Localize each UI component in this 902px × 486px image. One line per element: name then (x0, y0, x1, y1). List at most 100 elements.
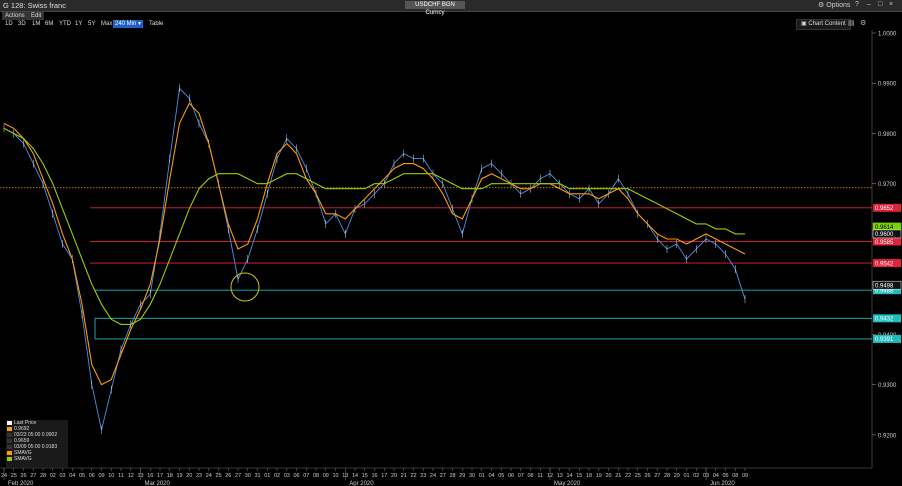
x-tick-label: 04 (69, 473, 75, 479)
y-tick-label: 0.9900 (878, 82, 897, 88)
x-tick-label: 08 (527, 473, 533, 479)
x-tick-label: 29 (674, 473, 680, 479)
x-tick-label: 22 (410, 473, 416, 479)
x-tick-label: 30 (245, 473, 251, 479)
x-tick-label: 15 (362, 473, 368, 479)
month-label: May 2020 (554, 481, 581, 486)
legend-swatch (7, 457, 12, 461)
y-tick-label: 0.9700 (878, 182, 897, 188)
legend-swatch (7, 439, 12, 443)
x-tick-label: 27 (440, 473, 446, 479)
x-tick-label: 01 (683, 473, 689, 479)
x-tick-label: 02 (693, 473, 699, 479)
x-tick-label: 06 (508, 473, 514, 479)
x-tick-label: 27 (654, 473, 660, 479)
x-tick-label: 09 (742, 473, 748, 479)
legend-item-smavg-green: SMAVG (6, 456, 68, 462)
x-tick-label: 07 (518, 473, 524, 479)
x-tick-label: 13 (557, 473, 563, 479)
x-tick-label: 31 (254, 473, 260, 479)
x-tick-label: 20 (605, 473, 611, 479)
y-tick-label: 0.9200 (878, 433, 897, 439)
x-tick-label: 14 (352, 473, 358, 479)
x-tick-label: 26 (20, 473, 26, 479)
level-tag-label: 0.9432 (875, 317, 894, 323)
x-tick-label: 17 (381, 473, 387, 479)
x-tick-label: 19 (176, 473, 182, 479)
x-tick-label: 24 (430, 473, 436, 479)
x-tick-label: 12 (128, 473, 134, 479)
level-tag-label: 0.9585 (875, 240, 894, 246)
x-tick-label: 25 (635, 473, 641, 479)
x-tick-label: 03 (284, 473, 290, 479)
y-tick-label: 1.0000 (878, 32, 897, 38)
x-tick-label: 16 (147, 473, 153, 479)
x-tick-label: 30 (469, 473, 475, 479)
x-tick-label: 20 (391, 473, 397, 479)
y-tick-label: 0.9300 (878, 383, 897, 389)
x-tick-label: 27 (30, 473, 36, 479)
x-tick-label: 24 (206, 473, 212, 479)
x-tick-label: 07 (303, 473, 309, 479)
x-tick-label: 28 (664, 473, 670, 479)
x-tick-label: 21 (401, 473, 407, 479)
legend-swatch (7, 451, 12, 455)
x-tick-label: 01 (264, 473, 270, 479)
legend-label: SMAVG (14, 456, 32, 462)
x-tick-label: 05 (79, 473, 85, 479)
x-tick-label: 03 (59, 473, 65, 479)
x-tick-label: 17 (157, 473, 163, 479)
level-tag-label: 0.9542 (875, 261, 894, 267)
month-label: Jun 2020 (710, 481, 735, 486)
y-tick-label: 0.9800 (878, 132, 897, 138)
x-tick-label: 26 (225, 473, 231, 479)
chart-legend: Last Price 0.9692 03/23 05:00 0.9902 0.9… (6, 420, 68, 468)
x-tick-label: 19 (596, 473, 602, 479)
legend-swatch (7, 421, 12, 425)
x-tick-label: 06 (89, 473, 95, 479)
x-tick-label: 14 (566, 473, 572, 479)
x-tick-label: 08 (732, 473, 738, 479)
x-tick-label: 08 (313, 473, 319, 479)
legend-swatch (7, 427, 12, 431)
level-tag-label: 0.9391 (875, 337, 894, 343)
x-tick-label: 09 (323, 473, 329, 479)
month-label: Apr 2020 (349, 481, 374, 486)
x-tick-label: 06 (293, 473, 299, 479)
x-tick-label: 26 (644, 473, 650, 479)
x-tick-label: 15 (576, 473, 582, 479)
x-tick-label: 09 (98, 473, 104, 479)
x-tick-label: 18 (586, 473, 592, 479)
x-tick-label: 22 (625, 473, 631, 479)
x-tick-label: 25 (11, 473, 17, 479)
x-tick-label: 05 (498, 473, 504, 479)
x-tick-label: 02 (50, 473, 56, 479)
value-tag-label: 0.9498 (875, 283, 894, 289)
x-tick-label: 20 (186, 473, 192, 479)
x-tick-label: 28 (449, 473, 455, 479)
x-tick-label: 29 (459, 473, 465, 479)
x-tick-label: 05 (722, 473, 728, 479)
x-tick-label: 23 (196, 473, 202, 479)
x-tick-label: 27 (235, 473, 241, 479)
x-tick-label: 04 (713, 473, 719, 479)
legend-swatch (7, 433, 12, 437)
level-tag-label: 0.9652 (875, 206, 894, 212)
x-tick-label: 16 (371, 473, 377, 479)
x-tick-label: 10 (332, 473, 338, 479)
x-tick-label: 18 (167, 473, 173, 479)
value-tag-label: 0.9600 (875, 232, 894, 238)
month-label: Feb 2020 (8, 481, 34, 486)
x-tick-label: 11 (537, 473, 543, 479)
x-tick-label: 10 (108, 473, 114, 479)
x-tick-label: 28 (40, 473, 46, 479)
x-tick-label: 01 (479, 473, 485, 479)
x-tick-label: 25 (215, 473, 221, 479)
plot-area (0, 30, 872, 468)
x-tick-label: 11 (118, 473, 124, 479)
x-tick-label: 02 (274, 473, 280, 479)
x-tick-label: 23 (420, 473, 426, 479)
month-label: Mar 2020 (145, 481, 171, 486)
price-chart[interactable]: 1.00000.99000.98000.97000.96000.95000.94… (0, 0, 902, 486)
x-tick-label: 21 (615, 473, 621, 479)
